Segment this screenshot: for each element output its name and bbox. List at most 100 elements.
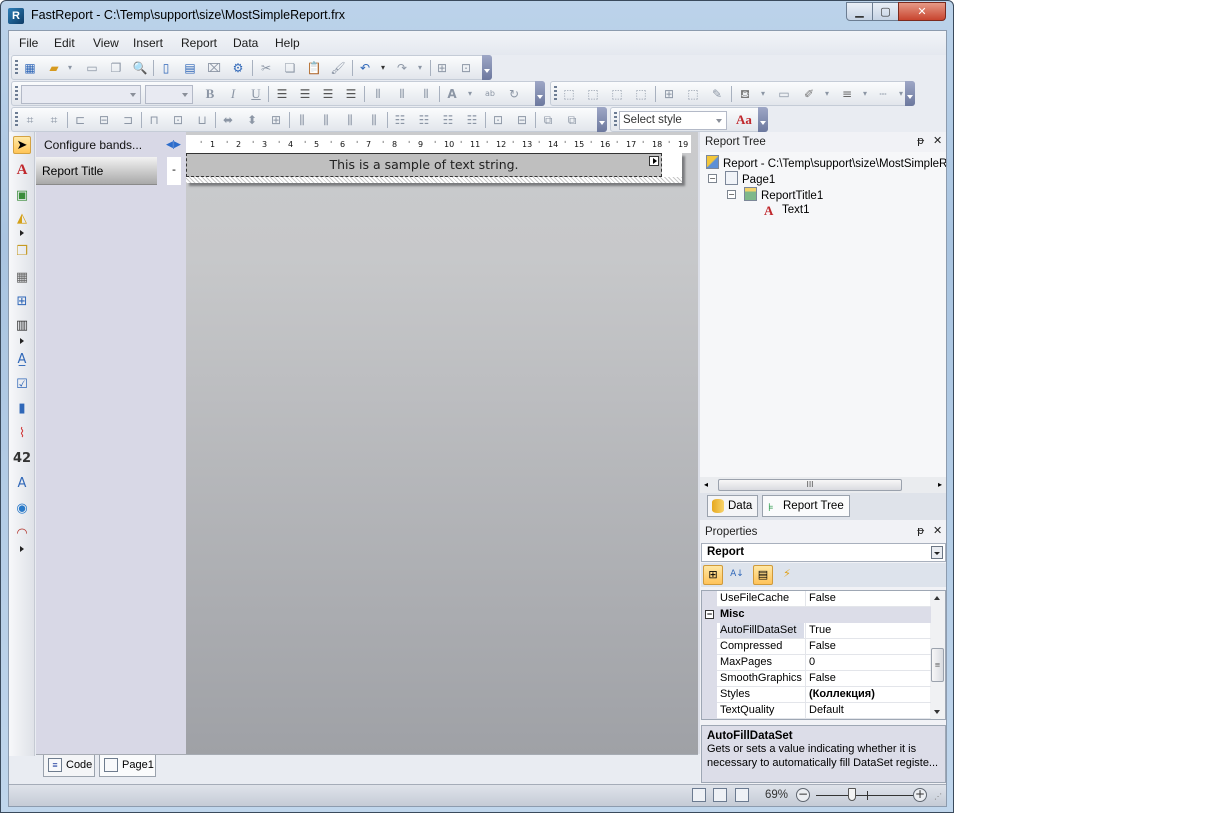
property-name[interactable]: MaxPages [720,655,804,670]
fit-to-grid-icon[interactable]: ⌗ [46,112,62,128]
open-dropdown-icon[interactable]: ▾ [62,60,78,76]
toolbar-grip[interactable] [15,60,18,75]
subreport-icon[interactable]: ❐ [13,243,31,261]
zoom-out-button[interactable]: − [796,788,810,802]
right-line-icon[interactable]: ⬚ [633,86,649,102]
multiple-pages-icon[interactable] [735,788,749,802]
scroll-thumb[interactable]: III [718,479,902,491]
align-bottom-icon[interactable]: ⦀ [418,86,434,102]
tree-node-text1[interactable]: A Text1 [764,203,810,218]
text1-object[interactable]: This is a sample of text string. [187,157,661,172]
pointer-icon[interactable]: ➤ [13,136,31,154]
cellular-text-icon[interactable]: A [13,475,31,493]
same-height-icon[interactable]: ⬍ [244,112,260,128]
properties-icon[interactable]: ▤ [753,565,773,585]
configure-bands-link[interactable]: Configure bands... [44,138,142,152]
shapes-icon[interactable]: ◭ [13,210,31,228]
scroll-thumb[interactable]: ≡ [931,648,944,682]
new-dialog-icon[interactable]: ▤ [182,60,198,76]
no-lines-icon[interactable]: ⬚ [685,86,701,102]
center-horz-icon[interactable]: ⊡ [490,112,506,128]
tree-collapse-toggle[interactable]: − [727,190,736,199]
cut-icon[interactable]: ✂ [258,60,274,76]
toolbar-overflow-button[interactable] [597,107,607,132]
bottom-line-icon[interactable]: ⬚ [585,86,601,102]
fit-page-width-icon[interactable] [692,788,706,802]
toolbar-overflow-button[interactable] [482,55,492,80]
sort-alpha-icon[interactable]: A↓ [727,565,747,585]
new-page-icon[interactable]: ▯ [158,60,174,76]
chart-icon[interactable]: ▮ [13,400,31,418]
ungroup-icon[interactable]: ⊡ [458,60,474,76]
toolbar-grip[interactable] [614,112,617,127]
justify-icon[interactable]: ☰ [343,86,359,102]
property-row[interactable]: Styles (Коллекция) [702,687,931,703]
tab-page1[interactable]: Page1 [99,755,156,777]
menu-view[interactable]: View [93,36,119,50]
line-color-dropdown-icon[interactable]: ▾ [819,86,835,102]
remove-vert-icon[interactable]: ☷ [464,112,480,128]
scroll-down-icon[interactable] [934,710,940,717]
property-name[interactable]: Styles [720,687,804,702]
tab-report-tree[interactable]: ⊧ Report Tree [762,495,850,517]
center-vert-icon[interactable]: ⊟ [514,112,530,128]
fill-editor-icon[interactable]: ▭ [776,86,792,102]
line-width-icon[interactable]: ≡ [839,86,855,102]
align-lefts-icon[interactable]: ⊏ [72,112,88,128]
smart-tag-button[interactable] [649,156,659,166]
redo-dropdown-icon[interactable]: ▾ [412,60,428,76]
band-label-report-title[interactable]: Report Title [36,157,157,185]
border-editor-icon[interactable]: ✎ [709,86,725,102]
pin-icon[interactable]: ᵽ [917,524,924,537]
redo-icon[interactable]: ↷ [394,60,410,76]
decrease-horz-icon[interactable]: ⫼ [342,112,358,128]
align-bottoms-icon[interactable]: ⊔ [194,112,210,128]
property-value[interactable]: 0 [805,655,931,670]
toolbar-overflow-button[interactable] [758,107,768,132]
align-left-icon[interactable]: ☰ [274,86,290,102]
pin-icon[interactable]: ᵽ [917,134,924,147]
italic-button[interactable]: I [225,86,241,102]
paste-icon[interactable]: 📋 [306,60,322,76]
property-value[interactable]: (Коллекция) [805,687,931,702]
barcode-icon[interactable]: ▥ [13,317,31,335]
fastreport-app-icon[interactable]: R [8,8,24,24]
toolbar-overflow-button[interactable] [535,81,545,106]
picture-object-icon[interactable]: ▣ [13,187,31,205]
maximize-button[interactable]: ▢ [872,2,899,21]
close-button[interactable]: ✕ [898,2,946,21]
same-width-icon[interactable]: ⬌ [220,112,236,128]
open-icon[interactable]: ▰ [46,60,62,76]
menu-edit[interactable]: Edit [54,36,75,50]
font-color-icon[interactable]: A [444,86,460,102]
decrease-vert-icon[interactable]: ☷ [440,112,456,128]
band-collapse-button[interactable]: - [167,157,181,185]
property-grid-scrollbar[interactable]: ≡ [930,591,945,719]
property-name[interactable]: Compressed [720,639,804,654]
menu-insert[interactable]: Insert [133,36,163,50]
scroll-right-icon[interactable]: ▸ [938,480,942,489]
property-row[interactable]: TextQuality Default [702,703,931,719]
property-row[interactable]: AutoFillDataSet True [702,623,931,639]
toolbar-overflow-button[interactable] [905,81,915,106]
tab-data[interactable]: Data [707,495,759,517]
left-line-icon[interactable]: ⬚ [609,86,625,102]
copy-icon[interactable]: ❏ [282,60,298,76]
more-arrow-icon[interactable] [20,230,27,236]
format-painter-icon[interactable]: 🖌 [330,60,346,76]
save-all-icon[interactable]: ❐ [108,60,124,76]
table-icon[interactable]: ▦ [13,269,31,287]
tree-collapse-toggle[interactable]: − [708,174,717,183]
bold-button[interactable]: B [202,86,218,102]
space-horz-icon[interactable]: ⫼ [294,112,310,128]
object-selector[interactable]: Report [701,543,946,562]
property-value[interactable]: False [805,591,931,606]
scroll-left-icon[interactable]: ◂ [704,480,708,489]
property-category-misc[interactable]: − Misc [702,607,931,623]
sparkline-icon[interactable]: ⌇ [13,425,31,443]
events-icon[interactable]: ⚡ [777,565,797,585]
font-color-dropdown-icon[interactable]: ▾ [462,86,478,102]
property-grid[interactable]: ≡ UseFileCache False − Misc AutoFillDataSet T… [701,590,946,720]
property-value[interactable]: True [805,623,931,638]
style-select[interactable]: Select style [619,111,727,130]
